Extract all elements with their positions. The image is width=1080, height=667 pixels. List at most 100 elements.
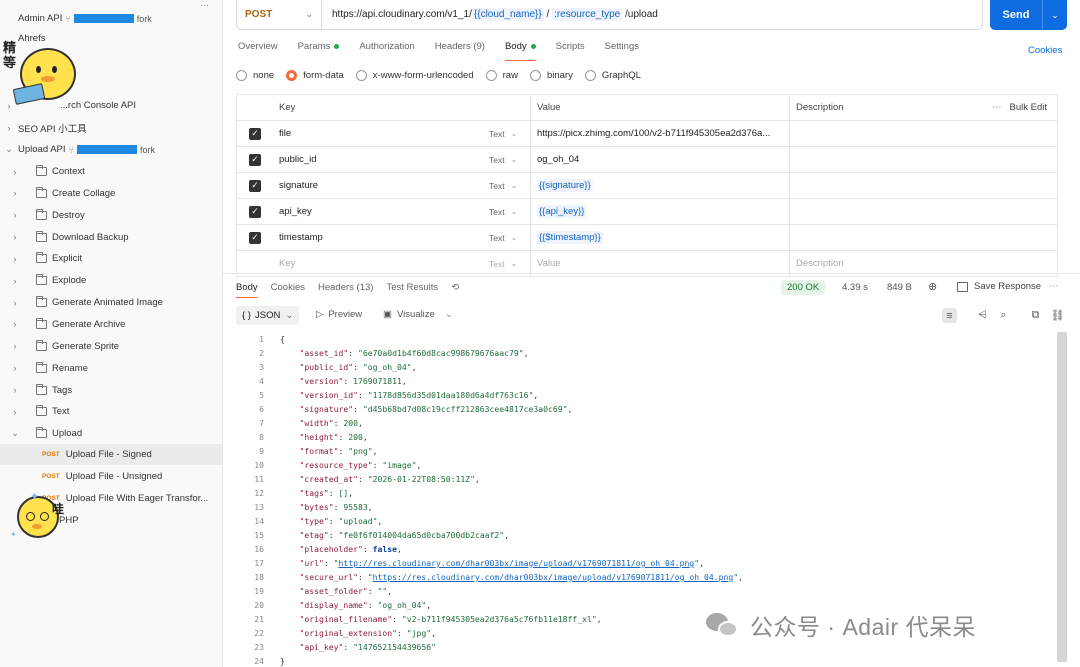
sidebar-folder-upload[interactable]: ⌄ Upload xyxy=(0,423,222,444)
sidebar-folder-explicit[interactable]: › Explicit xyxy=(0,248,222,269)
chevron-down-icon[interactable]: ⌄ xyxy=(445,309,453,320)
line-number: 15 xyxy=(254,530,264,540)
tab-headers[interactable]: Headers (9) xyxy=(435,41,485,61)
checkbox[interactable]: ✓ xyxy=(249,179,261,192)
tab-test-results[interactable]: Test Results xyxy=(386,282,438,293)
sidebar-folder-context[interactable]: › Context xyxy=(0,161,222,182)
sidebar-folder-explode[interactable]: › Explode xyxy=(0,270,222,291)
radio-binary[interactable]: binary xyxy=(529,70,573,81)
radio-form-data[interactable]: form-data xyxy=(286,70,344,81)
key-cell[interactable]: signature xyxy=(273,173,483,198)
tab-params[interactable]: Params xyxy=(298,41,340,61)
sidebar-folder-create-collage[interactable]: › Create Collage xyxy=(0,183,222,204)
key-cell[interactable]: file xyxy=(273,121,483,146)
sidebar-folder-text[interactable]: › Text xyxy=(0,401,222,422)
request-upload-file-unsigned[interactable]: POST Upload File - Unsigned xyxy=(0,466,222,487)
preview-button[interactable]: ▷ Preview xyxy=(316,309,362,320)
history-icon[interactable]: ⟲ xyxy=(451,282,459,293)
chevron-right-icon: › xyxy=(7,122,11,133)
sidebar-item-upload-api[interactable]: ⌄ Upload API ⑂ fork xyxy=(0,139,222,160)
scrollbar[interactable] xyxy=(1057,332,1067,662)
copy-icon[interactable]: ⧉ xyxy=(1028,308,1043,323)
sidebar-item-label: Upload File - Signed xyxy=(65,449,152,460)
sidebar-folder-generate-archive[interactable]: › Generate Archive xyxy=(0,314,222,335)
type-label: Text xyxy=(489,206,505,217)
description-cell[interactable] xyxy=(790,173,1057,198)
checkbox[interactable]: ✓ xyxy=(249,231,261,244)
more-icon[interactable]: ⋯ xyxy=(1049,281,1059,292)
send-button[interactable]: Send ⌄ xyxy=(990,0,1067,30)
response-time[interactable]: 4.39 s xyxy=(842,282,868,293)
filter-icon[interactable]: ⩤ xyxy=(975,308,990,323)
value-cell[interactable]: https://picx.zhimg.com/100/v2-b711f94530… xyxy=(531,121,790,146)
sidebar-folder-generate-animated-image[interactable]: › Generate Animated Image xyxy=(0,292,222,313)
tab-scripts[interactable]: Scripts xyxy=(556,41,585,61)
radio-raw[interactable]: raw xyxy=(485,70,518,81)
visualize-button[interactable]: ▣ Visualize ⌄ xyxy=(383,309,453,320)
bulk-edit-button[interactable]: ⋯ Bulk Edit xyxy=(992,102,1047,113)
chevron-right-icon: › xyxy=(13,385,17,395)
checkbox[interactable]: ✓ xyxy=(249,153,261,166)
code-line: 12 "tags": [], xyxy=(236,486,1051,500)
sidebar-folder-destroy[interactable]: › Destroy xyxy=(0,205,222,226)
type-select[interactable]: Text ⌄ xyxy=(483,225,531,250)
sidebar-folder-download-backup[interactable]: › Download Backup xyxy=(0,227,222,248)
sidebar-item-seo-api[interactable]: › SEO API 小工具 xyxy=(0,117,222,138)
description-cell[interactable] xyxy=(790,199,1057,224)
description-cell[interactable] xyxy=(790,121,1057,146)
tab-authorization[interactable]: Authorization xyxy=(359,41,414,61)
value-cell[interactable]: {{$timestamp}} xyxy=(531,225,790,250)
type-select[interactable]: Text ⌄ xyxy=(483,147,531,172)
search-icon[interactable]: ⌕ xyxy=(996,308,1011,323)
checkbox[interactable]: ✓ xyxy=(249,127,261,140)
status-badge[interactable]: 200 OK xyxy=(781,280,826,295)
request-upload-file-signed[interactable]: POST Upload File - Signed xyxy=(0,444,222,465)
save-response-button[interactable]: Save Response ⋯ xyxy=(957,281,1059,292)
tab-response-cookies[interactable]: Cookies xyxy=(271,282,305,293)
type-select[interactable]: Text ⌄ xyxy=(483,199,531,224)
tab-settings[interactable]: Settings xyxy=(605,41,639,61)
code-line: 8 "height": 200, xyxy=(236,430,1051,444)
chevron-down-icon[interactable]: ⌄ xyxy=(1043,10,1067,21)
url-input[interactable]: https://api.cloudinary.com/v1_1/{{cloud_… xyxy=(322,8,658,21)
description-cell[interactable] xyxy=(790,147,1057,172)
type-select[interactable]: Text ⌄ xyxy=(483,121,531,146)
radio-label: form-data xyxy=(303,70,344,81)
globe-icon[interactable]: ⊕ xyxy=(928,280,937,293)
sidebar-item-ahrefs[interactable]: Ahrefs xyxy=(0,30,222,46)
sidebar-item-admin-api[interactable]: Admin API ⑂ fork xyxy=(0,8,222,29)
key-cell[interactable]: api_key xyxy=(273,199,483,224)
body-type-radios: none form-data x-www-form-urlencoded raw… xyxy=(236,70,653,81)
sidebar-item-label: Upload File - Unsigned xyxy=(65,471,163,482)
code-text: { xyxy=(280,334,285,344)
wrap-lines-icon[interactable]: ≡ xyxy=(942,308,957,323)
sidebar-folder-tags[interactable]: › Tags xyxy=(0,380,222,401)
value-cell[interactable]: {{signature}} xyxy=(531,173,790,198)
sidebar-folder-generate-sprite[interactable]: › Generate Sprite xyxy=(0,336,222,357)
key-cell[interactable]: timestamp xyxy=(273,225,483,250)
key-cell[interactable]: public_id xyxy=(273,147,483,172)
format-select[interactable]: { } JSON ⌄ xyxy=(236,306,300,325)
tab-response-body[interactable]: Body xyxy=(236,282,258,298)
more-icon[interactable]: ⋯ xyxy=(200,0,209,11)
tab-overview[interactable]: Overview xyxy=(238,41,278,61)
sidebar-folder-rename[interactable]: › Rename xyxy=(0,358,222,379)
type-select[interactable]: Text ⌄ xyxy=(483,173,531,198)
checkbox[interactable]: ✓ xyxy=(249,205,261,218)
value-cell[interactable]: {{api_key}} xyxy=(531,199,790,224)
cookies-link[interactable]: Cookies xyxy=(1028,45,1062,56)
tab-response-headers[interactable]: Headers (13) xyxy=(318,282,373,293)
folder-icon xyxy=(36,339,47,351)
radio-none[interactable]: none xyxy=(236,70,274,81)
method-select[interactable]: POST ⌄ xyxy=(237,0,322,29)
description-cell[interactable] xyxy=(790,225,1057,250)
response-size[interactable]: 849 B xyxy=(887,282,912,293)
value-cell[interactable]: og_oh_04 xyxy=(531,147,790,172)
chevron-down-icon: ⌄ xyxy=(510,155,518,164)
radio-graphql[interactable]: GraphQL xyxy=(584,70,641,81)
radio-urlencoded[interactable]: x-www-form-urlencoded xyxy=(355,70,474,81)
link-icon[interactable]: ⛓ xyxy=(1050,308,1065,323)
tab-body[interactable]: Body xyxy=(504,41,536,61)
line-number: 12 xyxy=(254,488,264,498)
sidebar-item-label: Tags xyxy=(52,384,73,396)
